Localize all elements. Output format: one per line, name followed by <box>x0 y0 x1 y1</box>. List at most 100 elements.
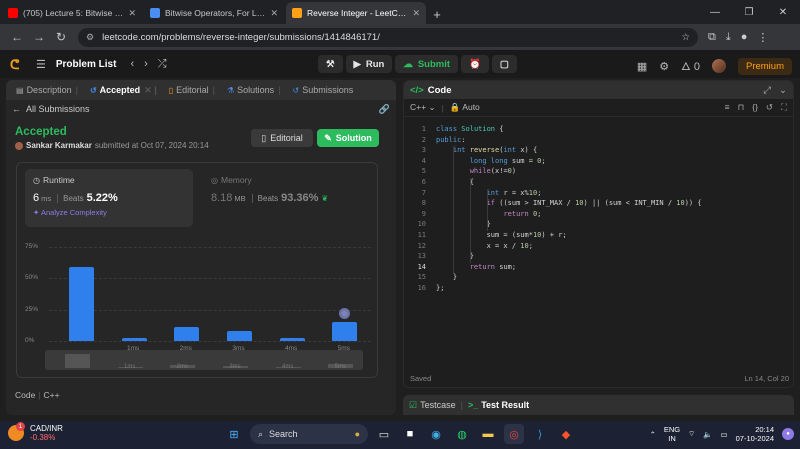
language-indicator[interactable]: ENG IN <box>664 425 680 443</box>
code-line[interactable]: public: <box>436 136 466 144</box>
author-name[interactable]: Sankar Karmakar <box>26 141 92 150</box>
all-submissions-link[interactable]: All Submissions <box>26 104 90 114</box>
shuffle-icon[interactable]: ⤮ <box>158 58 167 71</box>
memory-card[interactable]: ◎ Memory 8.18 MB Beats 93.36% ❦ <box>203 169 371 227</box>
code-line[interactable]: { <box>436 178 474 186</box>
code-line[interactable]: return sum; <box>436 263 516 271</box>
settings-icon[interactable]: ⚙ <box>659 60 669 73</box>
download-icon[interactable]: ⤓ <box>726 31 731 44</box>
back-arrow-icon[interactable]: ← <box>12 104 21 114</box>
back-icon[interactable]: ← <box>6 30 28 44</box>
link-icon[interactable]: 🔗 <box>379 104 390 115</box>
code-line[interactable]: } <box>436 252 474 260</box>
code-line[interactable]: int reverse(int x) { <box>436 146 537 154</box>
tab-description[interactable]: ▤ Description | <box>12 85 82 95</box>
notification-icon[interactable]: ● <box>782 428 794 440</box>
autosave-indicator[interactable]: 🔒 Auto <box>450 102 480 113</box>
next-problem-icon[interactable]: › <box>144 58 148 70</box>
chevron-up-icon[interactable]: ⌃ <box>650 430 656 439</box>
code-line[interactable]: }; <box>436 284 444 292</box>
task-view-icon[interactable]: ▭ <box>374 424 394 444</box>
tab-solutions[interactable]: ⚗ Solutions | <box>223 85 285 95</box>
reload-icon[interactable]: ↻ <box>50 30 72 44</box>
extensions-icon[interactable]: ⧉ <box>708 31 716 44</box>
fullscreen-icon[interactable]: ⛶ <box>781 102 787 113</box>
code-line[interactable]: } <box>436 220 491 228</box>
browser-tab-leetcode[interactable]: Reverse Integer - LeetCode ✕ <box>286 2 426 24</box>
tab-submissions[interactable]: ↺ Submissions <box>289 85 358 95</box>
collapse-icon[interactable]: ⌄ <box>779 85 787 96</box>
language-select[interactable]: C++ ⌄ <box>410 102 436 113</box>
stock-widget[interactable]: 1 CAD/INR -0.38% <box>8 422 63 442</box>
code-line[interactable]: } <box>436 273 457 281</box>
taskbar-search-input[interactable]: ⌕ Search ● <box>250 424 368 444</box>
code-line[interactable]: class Solution { <box>436 125 503 133</box>
code-line[interactable]: x = x / 10; <box>436 242 533 250</box>
windows-start-icon[interactable]: ⊞ <box>224 424 244 444</box>
close-tab-icon[interactable]: ✕ <box>270 8 278 19</box>
maximize-icon[interactable]: ⤢ <box>763 85 771 96</box>
problem-list-link[interactable]: Problem List <box>56 59 117 70</box>
close-window-icon[interactable]: ✕ <box>766 0 800 24</box>
debug-button[interactable]: ⚒ <box>318 55 343 73</box>
brave-browser-icon[interactable]: ◆ <box>556 424 576 444</box>
timer-button[interactable]: ⏰ <box>461 55 489 73</box>
chart-bar[interactable] <box>279 338 305 341</box>
whatsapp-icon[interactable]: ◍ <box>452 424 472 444</box>
battery-icon[interactable]: ▭ <box>721 430 728 439</box>
tab-editorial[interactable]: ▯ Editorial | <box>165 85 219 95</box>
submit-button[interactable]: ☁ Submit <box>395 55 459 73</box>
code-line[interactable]: while(x!=0) <box>436 167 516 175</box>
clock[interactable]: 20:14 07-10-2024 <box>736 425 774 443</box>
close-tab-icon[interactable]: ✕ <box>128 8 136 19</box>
site-info-icon[interactable]: ⚙ <box>86 32 94 43</box>
close-tab-icon[interactable]: ✕ <box>412 8 420 19</box>
code-line[interactable]: if ((sum > INT_MAX / 10) || (sum < INT_M… <box>436 199 702 207</box>
format-icon[interactable]: ≡ <box>725 102 730 113</box>
tab-accepted[interactable]: ↺ Accepted ✕ | <box>86 85 161 96</box>
url-input[interactable]: ⚙ leetcode.com/problems/reverse-integer/… <box>78 27 698 47</box>
browser-tab-youtube[interactable]: (705) Lecture 5: Bitwise Operat ✕ <box>2 2 142 24</box>
bookmark-icon[interactable]: ⊓ <box>738 102 745 113</box>
list-icon[interactable]: ☰ <box>36 58 46 71</box>
volume-icon[interactable]: 🔈 <box>703 430 712 439</box>
layout-icon[interactable]: ▦ <box>637 60 647 73</box>
tab-testcase[interactable]: ☑ Testcase <box>409 400 456 411</box>
chart-bar[interactable] <box>68 267 94 341</box>
file-explorer-icon[interactable]: ▬ <box>478 424 498 444</box>
menu-icon[interactable]: ⋮ <box>757 31 768 44</box>
editorial-button[interactable]: ▯ Editorial <box>251 129 313 147</box>
my-submission-avatar[interactable] <box>338 308 350 320</box>
restore-icon[interactable]: ❐ <box>732 0 766 24</box>
forward-icon[interactable]: → <box>28 30 50 44</box>
vscode-icon[interactable]: ⟩ <box>530 424 550 444</box>
minimize-icon[interactable]: — <box>698 0 732 24</box>
braces-icon[interactable]: {} <box>752 102 758 113</box>
premium-button[interactable]: Premium <box>737 57 792 75</box>
runtime-card[interactable]: ◷ Runtime 6 ms Beats 5.22% ✦ Analyze Comp… <box>25 169 193 227</box>
notes-button[interactable]: ▢ <box>491 55 517 73</box>
code-line[interactable]: int r = x%10; <box>436 189 542 197</box>
reset-icon[interactable]: ↺ <box>766 102 773 113</box>
wifi-icon[interactable]: ⌔ <box>688 429 695 439</box>
leetcode-logo-icon[interactable]: ᕦ <box>10 57 24 72</box>
chart-bar[interactable] <box>332 322 358 341</box>
prev-problem-icon[interactable]: ‹ <box>130 58 134 70</box>
streak-counter[interactable]: 🜂 0 <box>681 55 700 77</box>
zoom-meetings-icon[interactable]: ■ <box>400 424 420 444</box>
chart-bar[interactable] <box>121 338 147 341</box>
chart-bar[interactable] <box>226 330 252 341</box>
code-editor[interactable]: 1 class Solution {2 public: 3 int reverse(i… <box>404 123 793 363</box>
browser-tab-bitwise[interactable]: Bitwise Operators, For Loops, C ✕ <box>144 2 284 24</box>
new-tab-button[interactable]: + <box>428 4 446 24</box>
code-line[interactable]: sum = (sum*10) + r; <box>436 231 567 239</box>
analyze-complexity-link[interactable]: ✦ Analyze Complexity <box>33 208 185 217</box>
chart-bar[interactable] <box>174 327 200 341</box>
bookmark-star-icon[interactable]: ☆ <box>681 32 690 43</box>
tab-test-result[interactable]: >_ Test Result <box>468 400 529 410</box>
code-line[interactable]: return 0; <box>436 210 541 218</box>
chart-range-brush[interactable]: 1ms 2ms 3ms 4ms 5ms <box>45 350 363 370</box>
solution-button[interactable]: ✎ Solution <box>317 129 379 147</box>
chrome-icon[interactable]: ◎ <box>504 424 524 444</box>
avatar[interactable] <box>711 59 726 73</box>
